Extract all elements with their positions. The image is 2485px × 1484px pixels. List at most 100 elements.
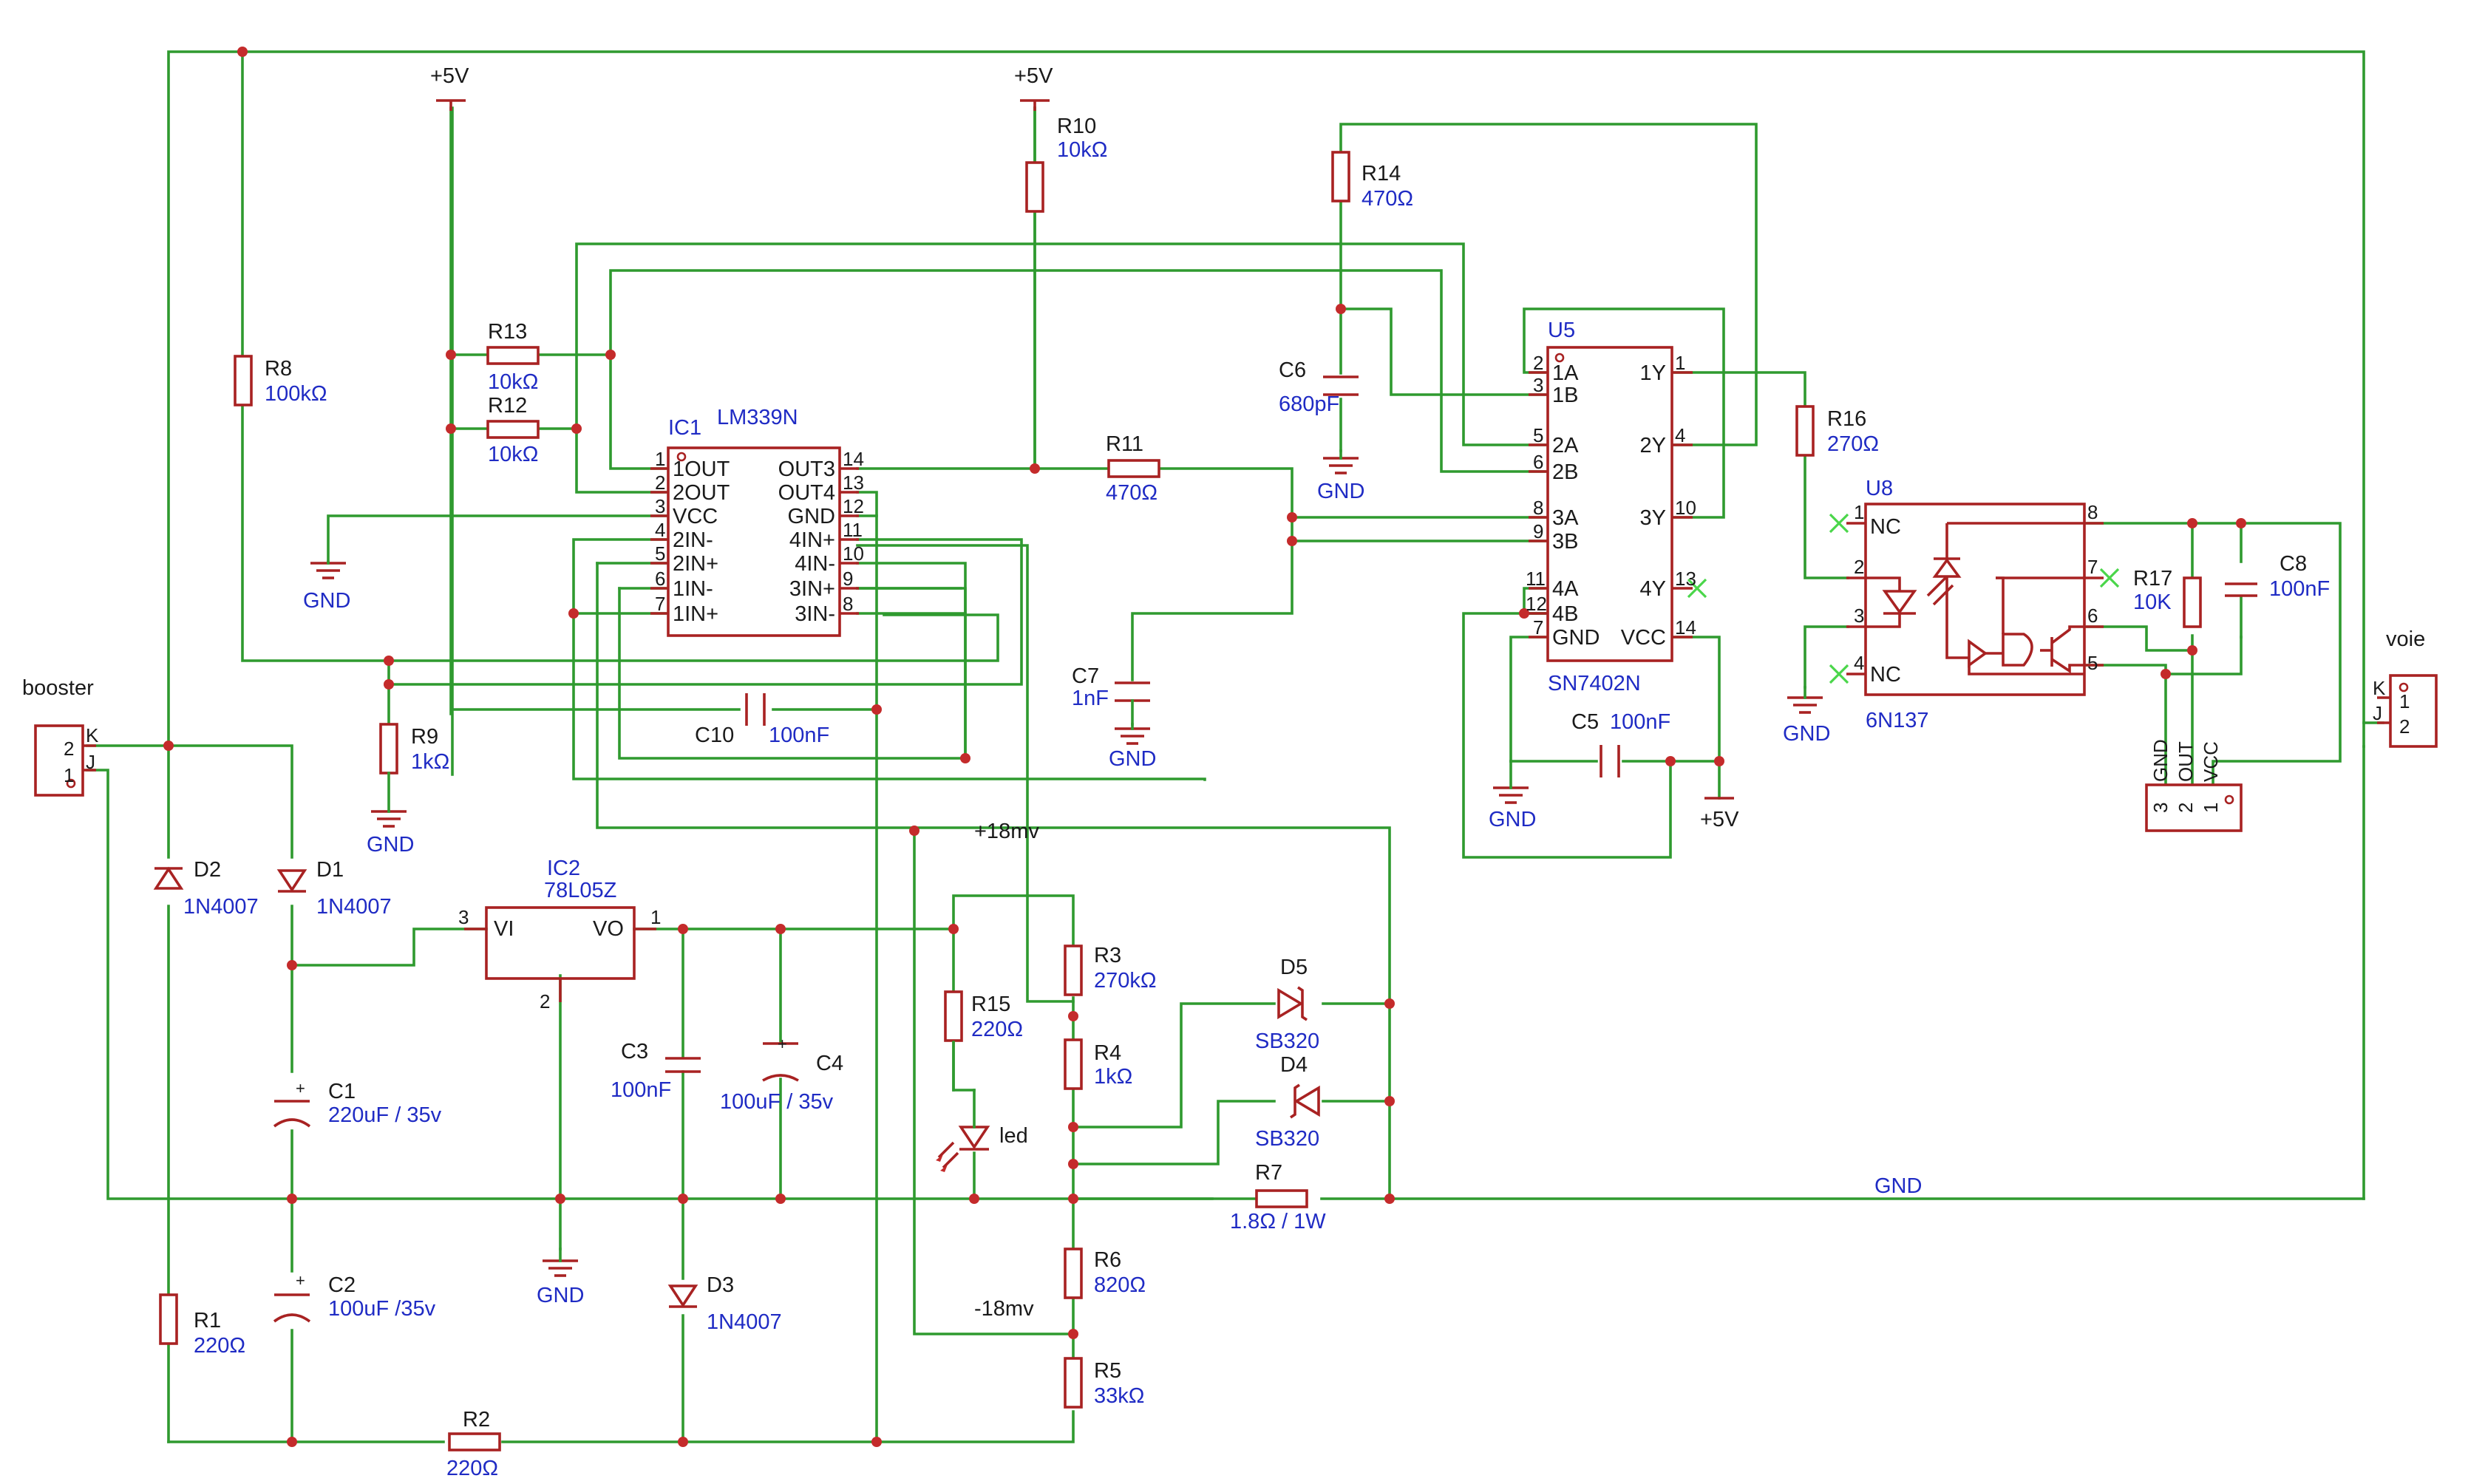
- pos18-label: +18mv: [974, 820, 1039, 843]
- pin-label: 4: [1675, 424, 1685, 446]
- ref-label: R16: [1827, 407, 1866, 431]
- ref-label: R7: [1255, 1161, 1282, 1185]
- value-label: 220Ω: [971, 1018, 1023, 1041]
- vcc-label: +5V: [1014, 64, 1053, 88]
- pin-label: 1: [1675, 352, 1685, 374]
- pin-name: OUT4: [778, 481, 835, 505]
- pin-label: 12: [1526, 593, 1547, 615]
- resistor-r4: [1064, 1038, 1083, 1090]
- pin-name: 4Y: [1640, 577, 1666, 601]
- pin-name: 1OUT: [673, 457, 730, 481]
- diode-d5: [1277, 986, 1308, 1021]
- gnd-label: GND: [1783, 722, 1830, 746]
- resistor-r8: [234, 355, 253, 406]
- pin-label: 8: [1533, 497, 1543, 519]
- pin-label: 3: [458, 906, 469, 928]
- value-label: SN7402N: [1548, 672, 1641, 695]
- ref-label: R2: [463, 1408, 490, 1432]
- pin-name: 1Y: [1640, 361, 1666, 385]
- gnd-symbols: [310, 449, 1823, 1277]
- value-label: 100uF /35v: [328, 1297, 436, 1321]
- svg-text:+: +: [778, 1035, 787, 1053]
- value-label: 220Ω: [194, 1334, 245, 1358]
- neg18-label: -18mv: [974, 1297, 1034, 1321]
- ref-label: C6: [1279, 358, 1306, 382]
- schematic-sheet: + + + +5V +5V +5V GND +18mv -18mv GND GN…: [0, 0, 2485, 1484]
- pin-label: 2: [2399, 715, 2410, 738]
- booster-label: booster: [22, 676, 94, 700]
- resistor-r11: [1107, 459, 1160, 478]
- pin-label: 3: [1854, 605, 1864, 627]
- value-label: 10kΩ: [1057, 138, 1107, 162]
- pin-label: 13: [843, 472, 864, 494]
- value-label: 10K: [2133, 590, 2172, 614]
- diode-d4: [1290, 1083, 1320, 1119]
- pin-label: 1: [1854, 501, 1864, 523]
- resistor-r2: [448, 1432, 501, 1451]
- capacitor-c4: +: [762, 1035, 799, 1082]
- pin-name: 3B: [1552, 530, 1578, 554]
- value-label: 220uF / 35v: [328, 1103, 442, 1127]
- ref-label: C3: [621, 1040, 648, 1063]
- pin-label: 5: [2087, 652, 2098, 674]
- value-label: led: [999, 1124, 1028, 1148]
- ref-label: R13: [488, 320, 527, 344]
- ref-label: D1: [316, 858, 344, 882]
- gnd-label: GND: [1317, 480, 1364, 503]
- resistor-r5: [1064, 1357, 1083, 1409]
- diode-led: [936, 1041, 990, 1172]
- value-label: 100nF: [611, 1078, 671, 1102]
- gnd-label: GND: [1489, 808, 1536, 831]
- ref-label: R12: [488, 394, 527, 418]
- value-label: 1N4007: [183, 895, 259, 919]
- pin-label: 2: [64, 738, 74, 760]
- value-label: 100nF: [1610, 710, 1670, 734]
- pin-label: 3: [2149, 803, 2172, 813]
- resistor-r10: [1025, 161, 1044, 213]
- pin-label: 7: [2087, 556, 2098, 578]
- pin-label: 10: [1675, 497, 1696, 519]
- ref-label: D5: [1280, 956, 1308, 979]
- pin-name: VCC: [2200, 741, 2222, 782]
- voie-label: voie: [2386, 627, 2425, 651]
- value-label: SB320: [1255, 1029, 1319, 1053]
- pin-name: VI: [494, 917, 514, 941]
- pin-label: 2: [1533, 352, 1543, 374]
- capacitor-c1: +: [273, 1079, 311, 1128]
- pin-name: 3Y: [1640, 506, 1666, 530]
- value-label: 470Ω: [1362, 187, 1413, 211]
- value-label: 100nF: [2269, 577, 2330, 601]
- pin-name: OUT: [2175, 741, 2197, 782]
- pin-name: 2A: [1552, 434, 1579, 457]
- capacitor-c7: [1115, 681, 1150, 726]
- gnd-net-label: GND: [1874, 1174, 1922, 1198]
- resistor-r16: [1795, 405, 1815, 457]
- pin-label: 1: [64, 764, 74, 786]
- ref-label: R1: [194, 1309, 221, 1332]
- pin-label: 4: [1854, 652, 1864, 674]
- pin-label: 8: [843, 593, 853, 615]
- ref-label: D3: [707, 1273, 734, 1297]
- pin-label: 6: [2087, 605, 2098, 627]
- resistor-r3: [1064, 944, 1083, 996]
- value-label: 78L05Z: [544, 879, 616, 902]
- value-label: 1kΩ: [1094, 1065, 1132, 1089]
- pin-name: J: [2373, 702, 2382, 724]
- pin-label: 14: [843, 448, 864, 470]
- pin-name: VCC: [1621, 626, 1666, 650]
- ref-label: R11: [1106, 432, 1143, 456]
- pin-label: 2: [540, 990, 550, 1012]
- pin-label: 1: [2200, 803, 2222, 813]
- pin-label: 4: [655, 519, 665, 541]
- pin-label: 1: [2399, 690, 2410, 712]
- pin-label: 10: [843, 542, 864, 565]
- pin-name: GND: [2149, 739, 2172, 782]
- value-label: LM339N: [717, 406, 798, 429]
- ref-label: R15: [971, 993, 1010, 1016]
- value-label: 1N4007: [316, 895, 392, 919]
- resistor-r17: [2183, 576, 2202, 628]
- ref-label: IC1: [668, 416, 701, 440]
- ic2-78l05z: [464, 906, 656, 1002]
- svg-text:+: +: [296, 1079, 305, 1097]
- pin-name: K: [86, 724, 99, 746]
